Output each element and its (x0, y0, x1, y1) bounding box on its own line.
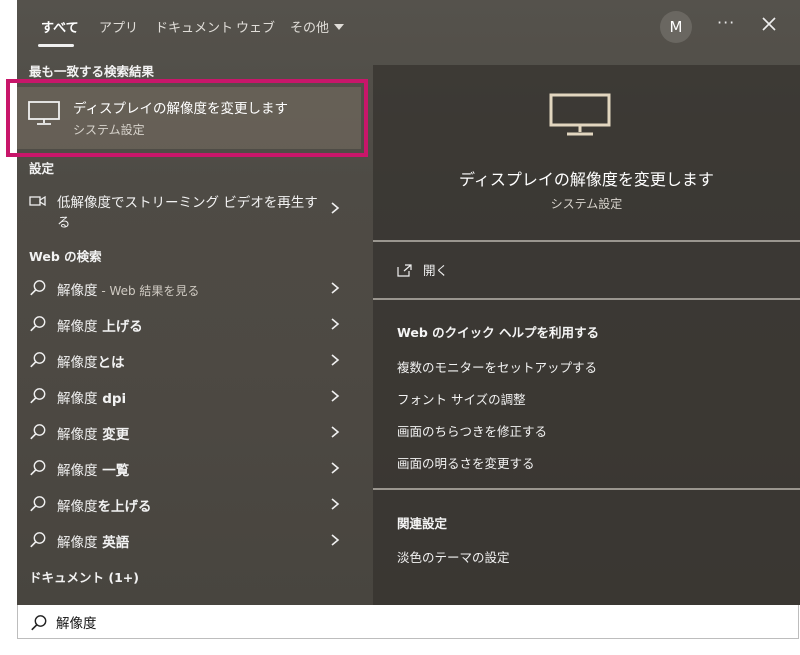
search-input[interactable] (56, 611, 756, 633)
web-search-item-label: 解像度 dpi (57, 387, 126, 407)
divider (373, 488, 800, 490)
preview-panel: ディスプレイの解像度を変更します システム設定 開く Web のクイック ヘルプ… (373, 65, 800, 605)
web-search-item[interactable]: 解像度 変更 (17, 414, 361, 448)
monitor-icon (549, 93, 611, 136)
help-link[interactable]: 複数のモニターをセットアップする (397, 357, 597, 376)
help-link[interactable]: フォント サイズの調整 (397, 389, 526, 408)
chevron-down-icon (334, 24, 345, 30)
web-search-item-label: 解像度 一覧 (57, 459, 129, 479)
preview-title: ディスプレイの解像度を変更します (459, 170, 714, 189)
related-settings-heading: 関連設定 (397, 516, 448, 531)
divider (373, 298, 800, 300)
query-completion: を上げる (97, 499, 152, 515)
web-search-item[interactable]: 解像度 - Web 結果を見る (17, 270, 361, 304)
chevron-right-icon (331, 498, 340, 510)
chevron-right-icon (331, 282, 340, 294)
search-icon (30, 532, 46, 548)
tab-web[interactable]: ウェブ (236, 17, 275, 36)
tab-more[interactable]: その他 (290, 17, 345, 36)
query-text: 解像度 (57, 355, 98, 371)
search-icon (30, 388, 46, 404)
tab-documents[interactable]: ドキュメント (155, 17, 233, 36)
tab-bar: すべて アプリ ドキュメント ウェブ その他 M ··· (17, 0, 800, 52)
web-search-item-label: 解像度 上げる (57, 315, 143, 335)
web-search-item-label: 解像度を上げる (57, 495, 152, 515)
query-text: 解像度 (57, 283, 98, 299)
query-text: 解像度 (57, 319, 98, 335)
web-search-item-label: 解像度 変更 (57, 423, 129, 443)
web-search-heading: Web の検索 (29, 249, 102, 264)
search-icon (31, 615, 47, 631)
search-icon (30, 316, 46, 332)
tab-apps[interactable]: アプリ (99, 17, 138, 36)
close-icon[interactable] (759, 14, 779, 34)
settings-item-label-line2: る (57, 215, 71, 231)
settings-heading: 設定 (29, 161, 55, 176)
settings-item-label-line1: 低解像度でストリーミング ビデオを再生す (57, 195, 318, 211)
web-search-item-label: 解像度 - Web 結果を見る (57, 279, 199, 299)
active-tab-indicator (38, 44, 74, 47)
chevron-right-icon (331, 390, 340, 402)
best-match-heading: 最も一致する検索結果 (29, 64, 155, 79)
query-completion: dpi (97, 391, 127, 407)
search-icon (30, 424, 46, 440)
open-icon (397, 264, 412, 277)
query-text: 解像度 (57, 463, 98, 479)
highlight-box (6, 79, 368, 157)
web-help-heading: Web のクイック ヘルプを利用する (397, 325, 599, 340)
chevron-right-icon (331, 462, 340, 474)
search-icon (30, 280, 46, 296)
chevron-right-icon (331, 318, 340, 330)
web-search-item-label: 解像度 英語 (57, 531, 129, 551)
query-text: 解像度 (57, 535, 98, 551)
chevron-right-icon (331, 534, 340, 546)
query-completion: 変更 (97, 427, 130, 443)
query-completion: 上げる (97, 319, 143, 335)
preview-subtitle: システム設定 (550, 197, 623, 211)
settings-item-video[interactable]: 低解像度でストリーミング ビデオを再生す る (17, 184, 361, 231)
open-label: 開く (423, 263, 449, 278)
account-avatar[interactable]: M (660, 11, 692, 43)
query-suffix: - Web 結果を見る (97, 284, 200, 298)
tab-more-label: その他 (290, 21, 330, 36)
documents-heading[interactable]: ドキュメント (1+) (29, 567, 139, 586)
query-completion: 一覧 (97, 463, 130, 479)
query-text: 解像度 (57, 391, 98, 407)
tab-all[interactable]: すべて (41, 17, 79, 36)
query-text: 解像度 (57, 499, 98, 515)
query-completion: 英語 (97, 535, 130, 551)
search-icon (30, 496, 46, 512)
web-search-item[interactable]: 解像度 上げる (17, 306, 361, 340)
query-completion: とは (97, 355, 125, 371)
web-search-item[interactable]: 解像度 一覧 (17, 450, 361, 484)
web-search-item[interactable]: 解像度 英語 (17, 522, 361, 556)
chevron-right-icon (331, 354, 340, 366)
search-icon (30, 352, 46, 368)
help-link[interactable]: 画面の明るさを変更する (397, 453, 535, 472)
web-search-item[interactable]: 解像度とは (17, 342, 361, 376)
query-text: 解像度 (57, 427, 98, 443)
chevron-right-icon (331, 202, 340, 214)
more-options-button[interactable]: ··· (717, 13, 735, 32)
divider (373, 240, 800, 242)
web-search-item[interactable]: 解像度 dpi (17, 378, 361, 412)
web-search-item[interactable]: 解像度を上げる (17, 486, 361, 520)
help-link[interactable]: 画面のちらつきを修正する (397, 421, 547, 440)
open-button[interactable]: 開く (397, 260, 448, 279)
search-icon (30, 460, 46, 476)
web-search-item-label: 解像度とは (57, 351, 125, 371)
chevron-right-icon (331, 426, 340, 438)
search-bar[interactable] (17, 605, 799, 639)
video-icon (29, 195, 46, 207)
related-setting-link[interactable]: 淡色のテーマの設定 (397, 547, 510, 566)
